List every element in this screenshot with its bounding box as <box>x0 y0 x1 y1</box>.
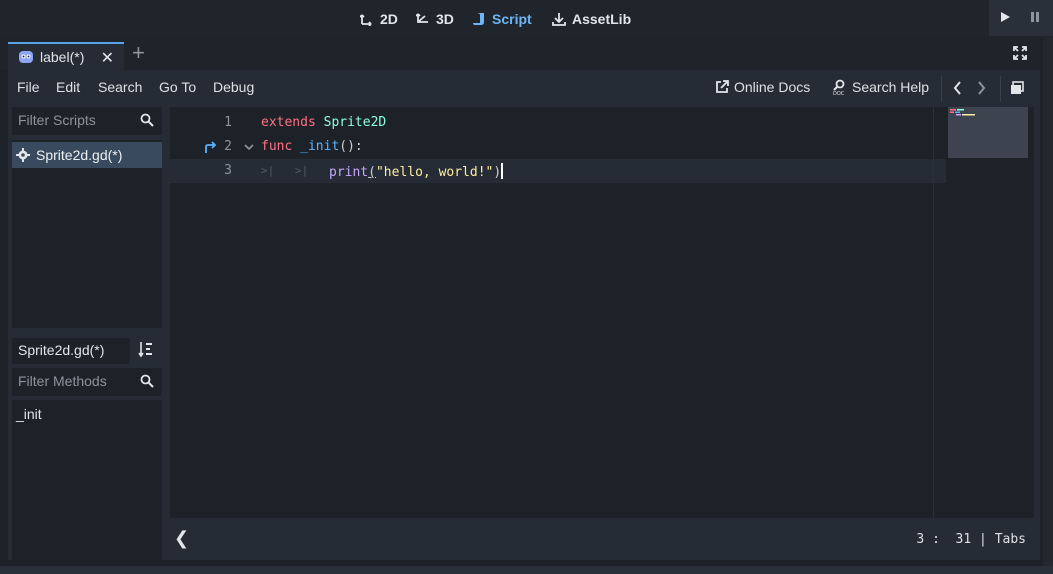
workspace-script-button[interactable]: Script <box>472 8 532 30</box>
method-override-icon[interactable] <box>204 141 218 153</box>
3d-icon <box>416 13 428 23</box>
play-icon[interactable] <box>999 11 1011 23</box>
menu-file[interactable]: File <box>17 79 40 95</box>
text-caret <box>501 163 504 179</box>
toggle-scripts-panel-chevron-icon[interactable]: ❮ <box>174 528 189 549</box>
script-menubar: File Edit Search Go To Debug Online Docs… <box>8 70 1040 106</box>
methods-list: _init <box>12 400 162 560</box>
builtin-function-token: print <box>329 165 369 180</box>
script-list-item[interactable]: Sprite2d.gd(*) <box>12 142 162 168</box>
keyword-token: extends <box>261 115 316 130</box>
script-icon <box>473 13 484 25</box>
workspace-3d-button[interactable]: 3D <box>416 8 454 30</box>
menu-goto[interactable]: Go To <box>159 79 196 95</box>
chevron-right-icon[interactable] <box>976 81 986 95</box>
assetlib-icon <box>552 13 566 26</box>
workspace-assetlib-label: AssetLib <box>572 11 632 27</box>
gear-icon <box>16 148 30 162</box>
online-docs-button[interactable]: Online Docs <box>715 79 810 95</box>
method-list-item[interactable]: _init <box>16 406 42 422</box>
line-number: 1 <box>224 115 232 130</box>
code-text: extends Sprite2D <box>261 115 386 130</box>
script-list-item-label: Sprite2d.gd(*) <box>36 147 123 163</box>
code-editor[interactable]: 1 extends Sprite2D 2 func _init(): 3 >| … <box>170 107 1034 518</box>
search-icon <box>140 113 154 127</box>
close-icon[interactable]: ✕ <box>101 48 114 68</box>
tab-marker-icon: >| <box>261 164 275 177</box>
signature-token: (): <box>339 139 363 154</box>
add-tab-icon[interactable]: + <box>132 42 152 66</box>
menu-search[interactable]: Search <box>98 79 142 95</box>
fold-chevron-down-icon[interactable] <box>244 144 254 151</box>
string-token: "hello, world!" <box>375 165 494 180</box>
workspace-assetlib-button[interactable]: AssetLib <box>552 8 631 30</box>
pause-icon[interactable] <box>1029 11 1041 23</box>
menu-debug[interactable]: Debug <box>213 79 254 95</box>
cursor-position: 3 : 31 | Tabs <box>916 532 1026 547</box>
search-help-icon: DOC <box>833 79 845 95</box>
search-icon <box>140 374 154 388</box>
editor-status-bar: ❮ 3 : 31 | Tabs <box>170 518 1034 560</box>
godot-scene-icon <box>19 51 33 63</box>
cursor-column: 31 <box>955 532 972 547</box>
filter-scripts-placeholder: Filter Scripts <box>18 112 96 128</box>
online-docs-label: Online Docs <box>734 79 811 95</box>
line-length-guideline <box>933 107 934 518</box>
search-help-button[interactable]: DOC Search Help <box>831 79 929 95</box>
tab-marker-icon: >| <box>295 164 309 177</box>
workspace-2d-label: 2D <box>380 11 398 27</box>
cursor-line: 3 <box>916 532 925 547</box>
current-script-name: Sprite2d.gd(*) <box>12 338 130 364</box>
filter-methods-input[interactable]: Filter Methods <box>12 368 162 396</box>
code-text: func _init(): <box>261 139 363 154</box>
status-pipe: | <box>979 532 987 547</box>
workspace-script-label: Script <box>492 11 532 27</box>
fullscreen-icon[interactable] <box>1013 46 1027 60</box>
workspace-2d-button[interactable]: 2D <box>360 8 398 30</box>
sort-icon[interactable] <box>138 340 154 358</box>
close-paren-token: ) <box>493 165 502 180</box>
script-editor-panel: File Edit Search Go To Debug Online Docs… <box>8 70 1040 560</box>
top-bar: 2D 3D Script AssetLib <box>0 0 1053 38</box>
indent-mode[interactable]: Tabs <box>995 532 1026 547</box>
external-link-icon <box>716 80 729 93</box>
line-number: 3 <box>224 163 232 178</box>
filter-methods-placeholder: Filter Methods <box>18 373 107 389</box>
menu-divider <box>1000 76 1001 102</box>
chevron-left-icon[interactable] <box>953 81 963 95</box>
scene-tab-label: label(*) <box>40 49 85 65</box>
2d-icon <box>360 14 372 26</box>
filter-scripts-input[interactable]: Filter Scripts <box>12 107 162 135</box>
workspace-3d-label: 3D <box>436 11 454 27</box>
code-line: 1 extends Sprite2D <box>170 111 946 135</box>
minimap-preview <box>950 109 975 116</box>
code-line-current: 3 >| >| print("hello, world!") <box>170 159 946 183</box>
script-list: Sprite2d.gd(*) <box>12 140 162 328</box>
menu-edit[interactable]: Edit <box>56 79 80 95</box>
scene-tab-bar: label(*) ✕ + <box>0 38 1040 70</box>
run-controls <box>989 0 1053 36</box>
keyword-token: func <box>261 139 293 154</box>
type-token: Sprite2D <box>323 115 387 130</box>
menu-divider <box>941 76 942 102</box>
svg-text:DOC: DOC <box>833 91 845 95</box>
line-number: 2 <box>224 139 232 154</box>
open-paren-token: ( <box>368 165 376 180</box>
search-help-label: Search Help <box>852 79 930 95</box>
bottom-panel-edge <box>0 566 1053 574</box>
code-text: print("hello, world!") <box>329 163 504 180</box>
code-line: 2 func _init(): <box>170 135 946 159</box>
right-dock-edge <box>1043 38 1053 574</box>
scene-tab[interactable]: label(*) ✕ <box>8 42 124 70</box>
cursor-sep: : <box>932 532 940 547</box>
minimap[interactable] <box>948 107 1028 158</box>
function-name-token: _init <box>300 139 340 154</box>
toggle-panel-icon[interactable] <box>1010 81 1024 95</box>
